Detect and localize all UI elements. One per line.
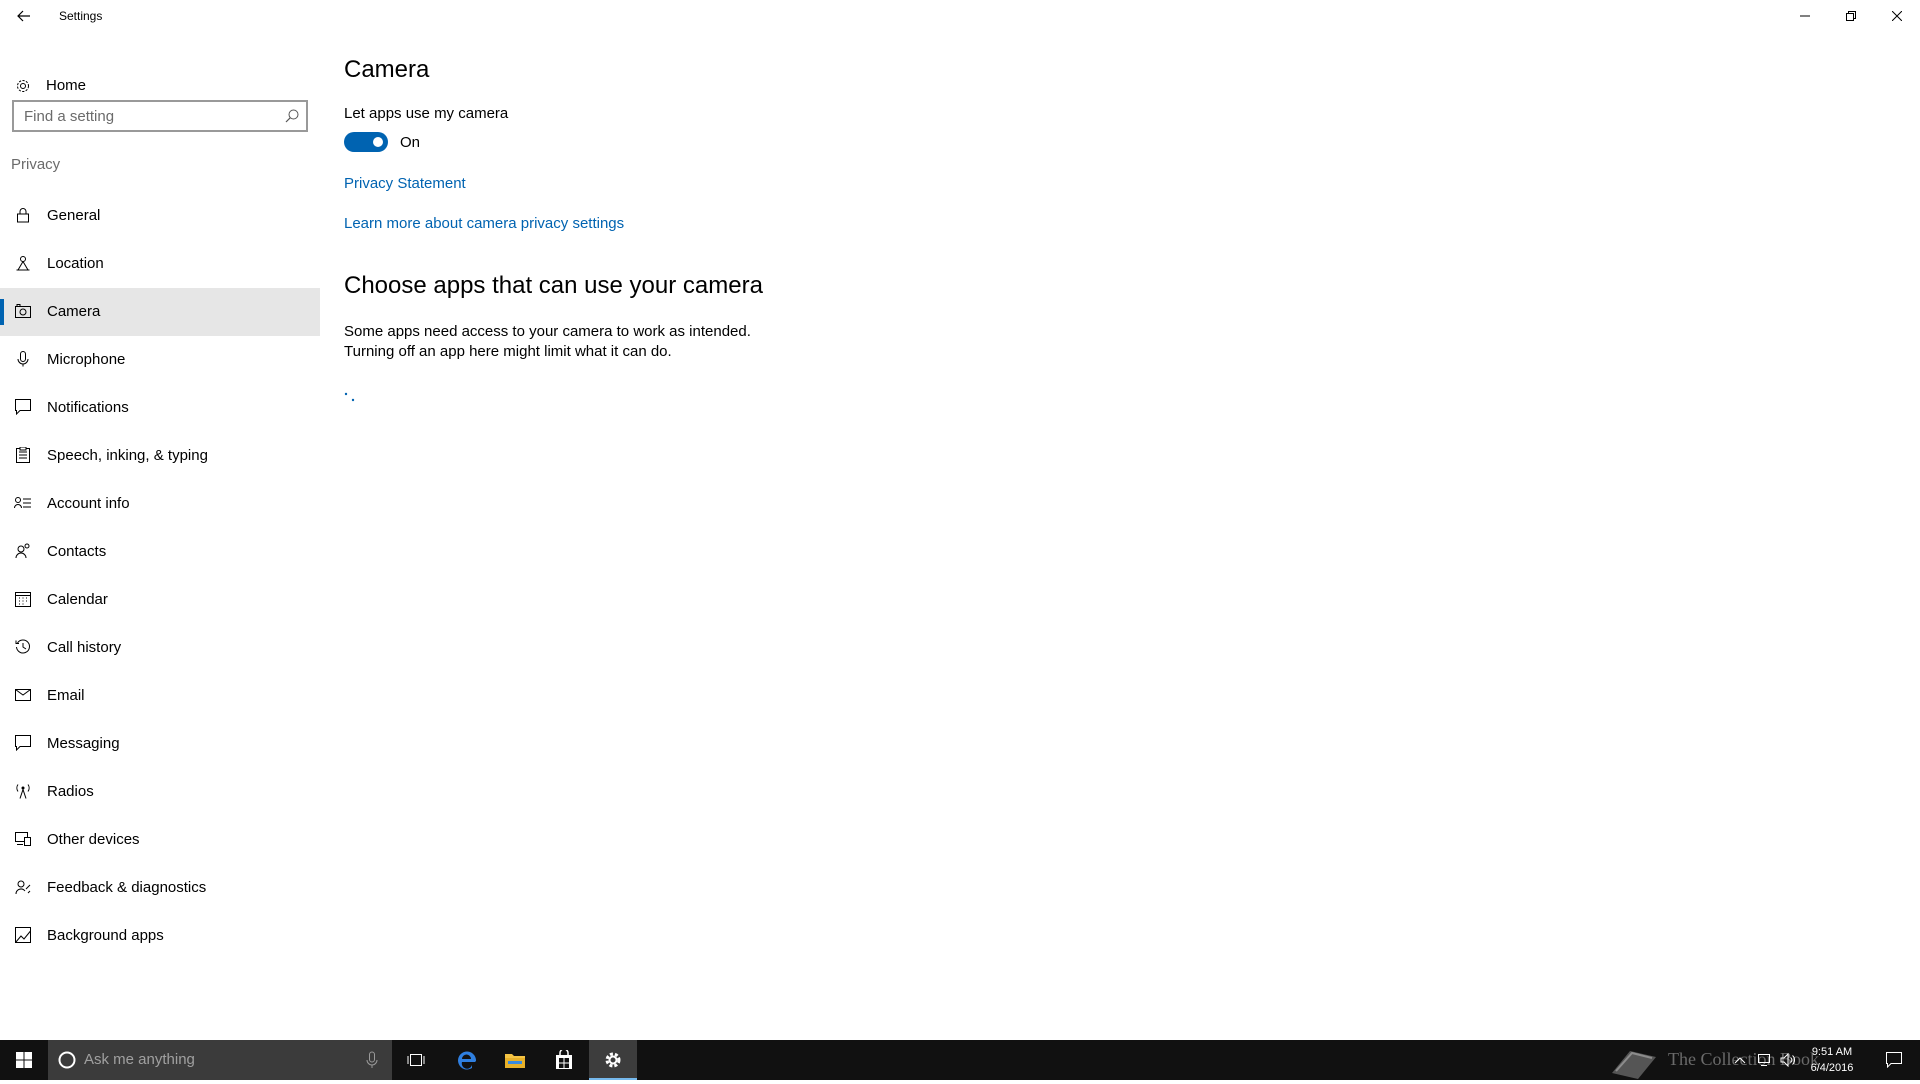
search-icon[interactable] — [284, 108, 300, 124]
close-icon[interactable] — [1874, 0, 1920, 32]
microphone-icon — [366, 1051, 378, 1068]
settings-app-icon[interactable] — [589, 1040, 637, 1080]
sidebar-item-account-info[interactable]: Account info — [0, 480, 320, 528]
history-icon — [14, 638, 32, 656]
sidebar: Home Privacy General Location Camera — [0, 32, 320, 1040]
description-line-2: Turning off an app here might limit what… — [344, 343, 672, 360]
file-explorer-icon[interactable] — [491, 1040, 539, 1080]
section-label: Privacy — [11, 156, 61, 173]
taskbar-clock[interactable]: 9:51 AM 6/4/2016 — [1802, 1044, 1862, 1076]
sidebar-item-label: Background apps — [47, 927, 164, 944]
privacy-nav-list: General Location Camera Microphone Notif… — [0, 192, 320, 960]
window-controls — [1782, 0, 1920, 32]
edge-browser-icon[interactable] — [443, 1040, 491, 1080]
sidebar-item-label: Notifications — [47, 399, 129, 416]
cortana-search-box[interactable]: Ask me anything — [48, 1040, 392, 1080]
sidebar-item-label: Calendar — [47, 591, 108, 608]
radio-tower-icon — [14, 782, 32, 800]
sidebar-item-call-history[interactable]: Call history — [0, 624, 320, 672]
book-icon — [1612, 1051, 1656, 1079]
sidebar-item-label: Radios — [47, 783, 94, 800]
account-info-icon — [14, 494, 32, 512]
main-content: Camera Let apps use my camera On Privacy… — [344, 32, 1844, 1032]
lock-icon — [14, 206, 32, 224]
sidebar-item-label: Other devices — [47, 831, 140, 848]
sidebar-item-label: Microphone — [47, 351, 126, 368]
camera-icon — [14, 302, 32, 320]
sidebar-item-camera[interactable]: Camera — [0, 288, 320, 336]
sidebar-item-notifications[interactable]: Notifications — [0, 384, 320, 432]
sidebar-item-location[interactable]: Location — [0, 240, 320, 288]
settings-window: Settings Home Privacy — [0, 0, 1920, 1040]
sidebar-item-label: Account info — [47, 495, 130, 512]
feedback-icon — [14, 878, 32, 896]
title-bar: Settings — [0, 0, 1920, 32]
learn-more-link[interactable]: Learn more about camera privacy settings — [344, 215, 624, 232]
clock-time: 9:51 AM — [1811, 1046, 1853, 1058]
sidebar-item-calendar[interactable]: Calendar — [0, 576, 320, 624]
sidebar-item-label: Call history — [47, 639, 122, 656]
sidebar-item-contacts[interactable]: Contacts — [0, 528, 320, 576]
camera-toggle-label: Let apps use my camera — [344, 105, 509, 122]
sidebar-item-label: Camera — [47, 303, 101, 320]
sidebar-item-speech[interactable]: Speech, inking, & typing — [0, 432, 320, 480]
chevron-up-icon[interactable] — [1732, 1052, 1748, 1068]
sidebar-item-label: Location — [47, 255, 104, 272]
volume-icon[interactable] — [1780, 1052, 1796, 1068]
sidebar-item-label: Email — [47, 687, 85, 704]
minimize-icon[interactable] — [1782, 0, 1828, 32]
action-center-icon[interactable] — [1886, 1052, 1902, 1068]
back-arrow-icon[interactable] — [8, 0, 40, 32]
sidebar-item-radios[interactable]: Radios — [0, 768, 320, 816]
section-description: Some apps need access to your camera to … — [344, 322, 804, 362]
clipboard-icon — [14, 446, 32, 464]
notifications-icon — [14, 398, 32, 416]
camera-toggle[interactable] — [344, 132, 388, 152]
taskbar-search-placeholder: Ask me anything — [84, 1051, 195, 1068]
sidebar-item-label: Speech, inking, & typing — [47, 447, 208, 464]
sidebar-item-feedback[interactable]: Feedback & diagnostics — [0, 864, 320, 912]
microphone-icon — [14, 350, 32, 368]
sidebar-home[interactable]: Home — [0, 66, 320, 104]
message-icon — [14, 734, 32, 752]
windows-logo-icon — [16, 1052, 32, 1068]
loading-spinner — [344, 392, 358, 406]
page-title: Camera — [344, 56, 430, 83]
location-icon — [14, 254, 32, 272]
taskbar: Ask me anything The Collection Book 9:51… — [0, 1040, 1920, 1080]
calendar-icon — [14, 590, 32, 608]
contacts-icon — [14, 542, 32, 560]
gear-icon — [14, 77, 32, 95]
find-setting-search — [12, 100, 308, 132]
sidebar-item-label: Feedback & diagnostics — [47, 879, 207, 896]
restore-icon[interactable] — [1828, 0, 1874, 32]
sidebar-item-other-devices[interactable]: Other devices — [0, 816, 320, 864]
home-label: Home — [46, 77, 87, 94]
sidebar-item-background-apps[interactable]: Background apps — [0, 912, 320, 960]
email-icon — [14, 686, 32, 704]
description-line-1: Some apps need access to your camera to … — [344, 323, 751, 340]
sidebar-item-messaging[interactable]: Messaging — [0, 720, 320, 768]
sidebar-item-label: Messaging — [47, 735, 120, 752]
window-title: Settings — [59, 9, 103, 23]
sidebar-item-label: General — [47, 207, 101, 224]
sidebar-item-label: Contacts — [47, 543, 107, 560]
sidebar-item-email[interactable]: Email — [0, 672, 320, 720]
task-view-icon[interactable] — [392, 1040, 440, 1080]
toggle-state-text: On — [400, 134, 421, 151]
privacy-statement-link[interactable]: Privacy Statement — [344, 175, 466, 192]
section-title: Choose apps that can use your camera — [344, 272, 763, 299]
devices-icon — [14, 830, 32, 848]
sidebar-item-microphone[interactable]: Microphone — [0, 336, 320, 384]
toggle-knob — [373, 137, 383, 147]
start-button[interactable] — [0, 1040, 48, 1080]
clock-date: 6/4/2016 — [1810, 1062, 1854, 1074]
store-icon[interactable] — [540, 1040, 588, 1080]
cortana-icon — [58, 1051, 76, 1069]
search-input[interactable] — [14, 102, 274, 130]
background-apps-icon — [14, 926, 32, 944]
network-icon[interactable] — [1756, 1052, 1772, 1068]
sidebar-item-general[interactable]: General — [0, 192, 320, 240]
